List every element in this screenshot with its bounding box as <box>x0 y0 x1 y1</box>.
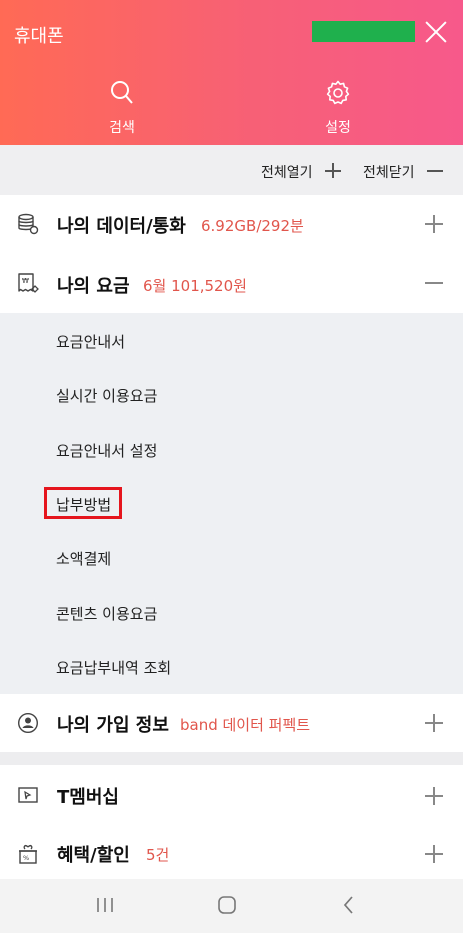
expand-icon[interactable] <box>425 215 443 233</box>
section-title: 혜택/할인 <box>57 845 130 866</box>
user-circle-icon <box>17 712 39 734</box>
section-title: T멤버십 <box>57 787 119 808</box>
settings-label: 설정 <box>325 120 351 136</box>
header: 휴대폰 검색 설정 <box>0 0 463 145</box>
collapse-icon[interactable] <box>425 274 443 292</box>
svg-text:%: % <box>23 854 29 862</box>
home-icon[interactable] <box>217 895 237 915</box>
highlight-box <box>44 487 122 519</box>
expand-all-label: 전체열기 <box>261 165 313 181</box>
membership-card-icon <box>18 787 38 803</box>
menu-item-payment-history[interactable]: 요금납부내역 조회 <box>56 657 171 678</box>
search-label: 검색 <box>109 120 135 136</box>
section-info: 6월 101,520원 <box>143 277 247 295</box>
section-divider <box>0 752 463 765</box>
menu-item-content-charges[interactable]: 콘텐츠 이용요금 <box>56 603 157 624</box>
expand-icon[interactable] <box>425 714 443 732</box>
section-billing[interactable]: ₩ 나의 요금 6월 101,520원 <box>0 253 463 313</box>
svg-text:₩: ₩ <box>22 277 29 285</box>
section-benefits[interactable]: % 혜택/할인 5건 <box>0 823 463 879</box>
receipt-icon: ₩ <box>18 273 39 293</box>
section-info: 5건 <box>146 846 170 864</box>
recent-apps-icon[interactable] <box>96 896 114 914</box>
back-icon[interactable] <box>342 895 356 915</box>
section-t-membership[interactable]: T멤버십 <box>0 765 463 823</box>
redacted-block <box>312 21 415 42</box>
menu-item-bill-guide[interactable]: 요금안내서 <box>56 331 125 352</box>
expand-collapse-bar: 전체열기 전체닫기 <box>0 145 463 195</box>
section-subscription-info[interactable]: 나의 가입 정보 band 데이터 퍼펙트 <box>0 694 463 752</box>
section-info: band 데이터 퍼펙트 <box>180 716 311 734</box>
page-title: 휴대폰 <box>14 26 64 47</box>
close-icon[interactable] <box>424 20 448 44</box>
collapse-all-label: 전체닫기 <box>363 165 415 181</box>
system-navigation-bar <box>0 879 463 933</box>
menu-item-realtime-charges[interactable]: 실시간 이용요금 <box>56 385 157 406</box>
section-title: 나의 가입 정보 <box>57 715 169 736</box>
collapse-all-button[interactable]: 전체닫기 <box>363 162 443 182</box>
gift-icon: % <box>19 845 37 864</box>
section-info: 6.92GB/292분 <box>201 217 304 235</box>
section-title: 나의 요금 <box>57 276 130 297</box>
section-data-call[interactable]: 나의 데이터/통화 6.92GB/292분 <box>0 195 463 253</box>
menu-item-bill-guide-settings[interactable]: 요금안내서 설정 <box>56 440 157 461</box>
menu-item-micropayment[interactable]: 소액결제 <box>56 548 111 569</box>
search-icon <box>111 81 133 104</box>
gear-icon <box>326 80 350 105</box>
database-icon <box>18 213 39 235</box>
expand-icon[interactable] <box>425 845 443 863</box>
section-title: 나의 데이터/통화 <box>57 216 186 237</box>
expand-all-button[interactable]: 전체열기 <box>261 162 341 182</box>
expand-icon[interactable] <box>425 787 443 805</box>
